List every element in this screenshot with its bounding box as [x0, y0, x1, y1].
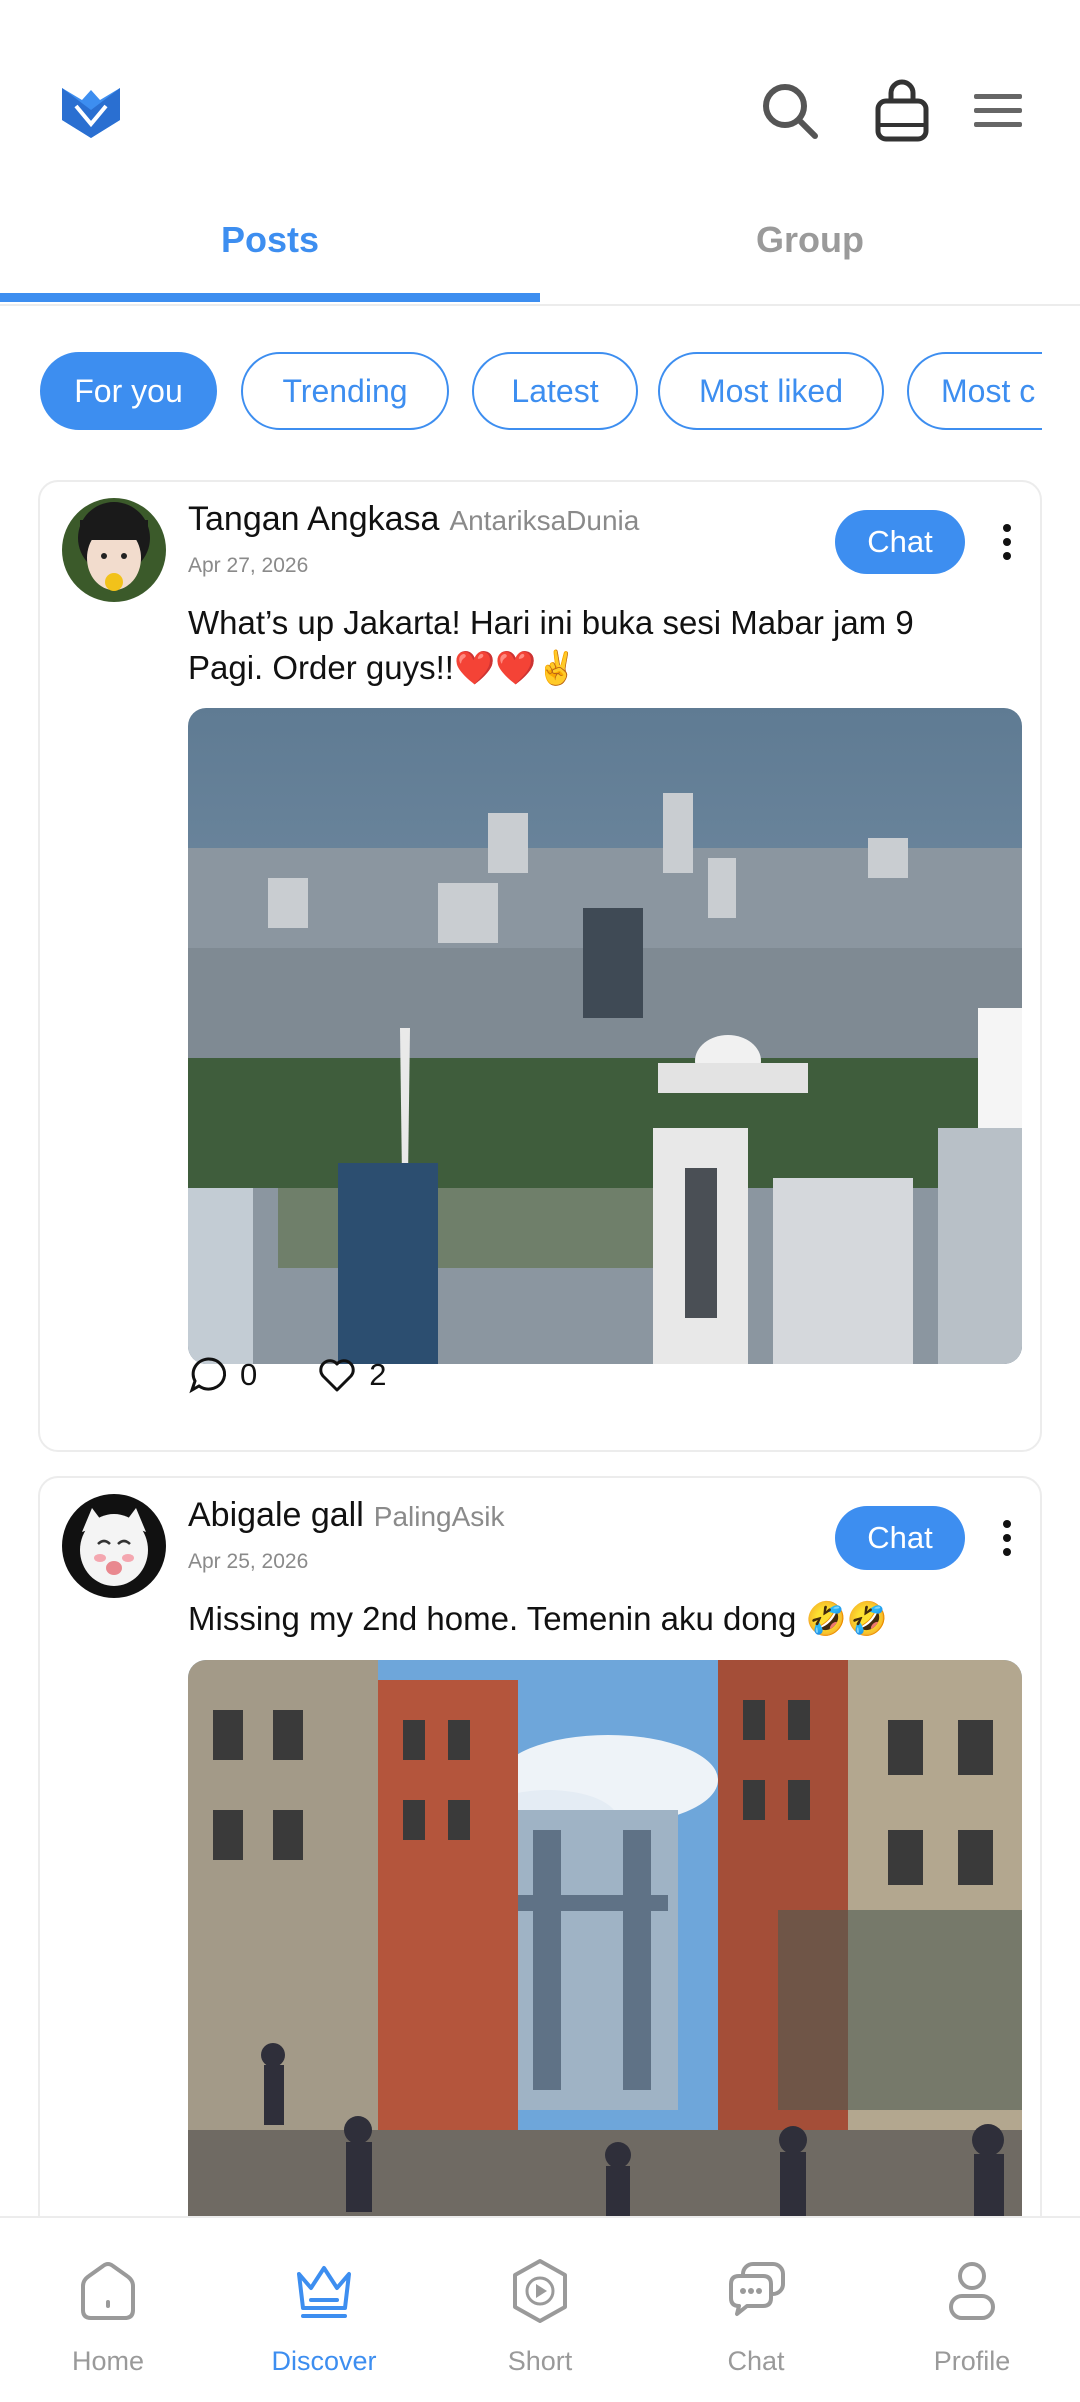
chip-for-you[interactable]: For you: [40, 352, 217, 430]
app-bar: [0, 0, 1080, 180]
post-text-line: What’s up Jakarta! Hari ini buka sesi Ma…: [188, 604, 914, 641]
filter-chips: For you Trending Latest Most liked Most …: [0, 350, 1042, 434]
chat-bubbles-icon: [723, 2258, 789, 2324]
post-author[interactable]: Tangan Angkasa AntariksaDunia: [188, 500, 639, 539]
crown-icon: [291, 2258, 357, 2324]
nav-profile[interactable]: Profile: [864, 2218, 1080, 2402]
shopping-bag-icon[interactable]: [870, 78, 934, 144]
chat-button[interactable]: Chat: [835, 1506, 965, 1570]
tab-group[interactable]: Group: [540, 180, 1080, 300]
author-handle: PalingAsik: [373, 1501, 505, 1532]
tab-bar: Posts Group: [0, 180, 1080, 306]
post-text-line: Missing my 2nd home. Temenin aku dong 🤣🤣: [188, 1600, 888, 1637]
author-handle: AntariksaDunia: [449, 505, 640, 536]
chip-trending[interactable]: Trending: [241, 352, 449, 430]
chip-most-liked[interactable]: Most liked: [658, 352, 884, 430]
comment-icon: [188, 1355, 228, 1395]
author-name: Abigale gall: [188, 1496, 364, 1534]
nav-short-label: Short: [507, 2346, 573, 2376]
nav-discover[interactable]: Discover: [216, 2218, 432, 2402]
nav-short[interactable]: Short: [432, 2218, 648, 2402]
post-text-line: Pagi. Order guys!!❤️❤️✌️: [188, 649, 578, 686]
like-stat[interactable]: 2: [317, 1355, 387, 1395]
nav-chat[interactable]: Chat: [648, 2218, 864, 2402]
comment-stat[interactable]: 0: [188, 1355, 257, 1395]
post-card[interactable]: Tangan Angkasa AntariksaDunia Apr 27, 202…: [38, 480, 1042, 1452]
post-image-city[interactable]: [188, 708, 1022, 1364]
menu-icon[interactable]: [966, 78, 1030, 144]
post-author[interactable]: Abigale gall PalingAsik: [188, 1496, 505, 1535]
profile-icon: [939, 2258, 1005, 2324]
post-card[interactable]: Abigale gall PalingAsik Apr 25, 2026 Chat…: [38, 1476, 1042, 2236]
chat-button[interactable]: Chat: [835, 510, 965, 574]
bottom-navigation: Home Discover Short Chat Profile: [0, 2216, 1080, 2402]
home-icon: [75, 2258, 141, 2324]
comment-count: 0: [240, 1357, 258, 1392]
tab-indicator: [0, 293, 540, 302]
tab-group-label: Group: [756, 219, 864, 260]
brand-logo-icon[interactable]: [60, 84, 122, 140]
nav-profile-label: Profile: [933, 2346, 1011, 2376]
tab-posts[interactable]: Posts: [0, 180, 540, 300]
post-date: Apr 27, 2026: [188, 554, 309, 577]
avatar[interactable]: [62, 1494, 166, 1598]
heart-icon: [317, 1355, 357, 1395]
nav-chat-label: Chat: [727, 2346, 785, 2376]
chip-latest[interactable]: Latest: [472, 352, 638, 430]
tab-posts-label: Posts: [220, 219, 320, 260]
nav-home-label: Home: [71, 2346, 145, 2376]
more-options-icon[interactable]: [992, 1508, 1022, 1568]
play-icon: [507, 2258, 573, 2324]
post-image-street[interactable]: [188, 1660, 1022, 2234]
nav-home[interactable]: Home: [0, 2218, 216, 2402]
more-options-icon[interactable]: [992, 512, 1022, 572]
post-date: Apr 25, 2026: [188, 1550, 309, 1573]
author-name: Tangan Angkasa: [188, 500, 440, 538]
like-count: 2: [369, 1357, 387, 1392]
post-text: Missing my 2nd home. Temenin aku dong 🤣🤣: [188, 1596, 1018, 1641]
post-text: What’s up Jakarta! Hari ini buka sesi Ma…: [188, 600, 1018, 690]
nav-discover-label: Discover: [271, 2346, 377, 2376]
chip-most-commented[interactable]: Most c: [907, 352, 1042, 430]
post-stats: 0 2: [188, 1350, 447, 1400]
avatar[interactable]: [62, 498, 166, 602]
search-icon[interactable]: [758, 78, 822, 144]
